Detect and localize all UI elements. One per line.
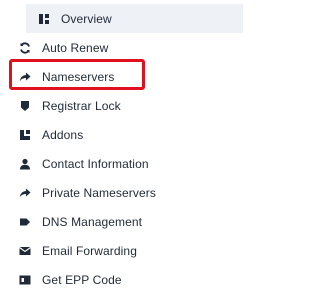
- menu-item-email-forwarding[interactable]: Email Forwarding: [0, 236, 240, 265]
- menu-item-label: Private Nameservers: [42, 185, 156, 200]
- nameservers-highlight-box: [9, 59, 145, 90]
- overview-icon: [38, 13, 50, 25]
- menu-item-get-epp-code[interactable]: Get EPP Code: [0, 265, 240, 294]
- addons-icon: [19, 129, 31, 141]
- envelope-icon: [19, 245, 31, 257]
- menu-item-contact-information[interactable]: Contact Information: [0, 149, 240, 178]
- shield-icon: [19, 100, 31, 112]
- menu-item-private-nameservers[interactable]: Private Nameservers: [0, 178, 240, 207]
- menu-item-label: Overview: [61, 11, 112, 26]
- menu-item-label: DNS Management: [42, 214, 143, 229]
- code-icon: [19, 274, 31, 286]
- menu-item-registrar-lock[interactable]: Registrar Lock: [0, 91, 240, 120]
- domain-sidebar-menu: Overview Auto Renew Nameservers Registra…: [0, 0, 250, 300]
- menu-item-label: Get EPP Code: [42, 272, 122, 287]
- tag-icon: [19, 216, 31, 228]
- sync-icon: [19, 42, 31, 54]
- menu-item-auto-renew[interactable]: Auto Renew: [0, 33, 240, 62]
- menu-item-label: Registrar Lock: [42, 98, 121, 113]
- menu-item-overview[interactable]: Overview: [26, 4, 243, 33]
- menu-item-label: Email Forwarding: [42, 243, 137, 258]
- menu-item-label: Auto Renew: [42, 40, 109, 55]
- menu-item-dns-management[interactable]: DNS Management: [0, 207, 240, 236]
- menu-item-addons[interactable]: Addons: [0, 120, 240, 149]
- menu-item-label: Addons: [42, 127, 84, 142]
- user-icon: [19, 158, 31, 170]
- share-arrow-icon: [19, 187, 31, 199]
- menu-item-label: Contact Information: [42, 156, 149, 171]
